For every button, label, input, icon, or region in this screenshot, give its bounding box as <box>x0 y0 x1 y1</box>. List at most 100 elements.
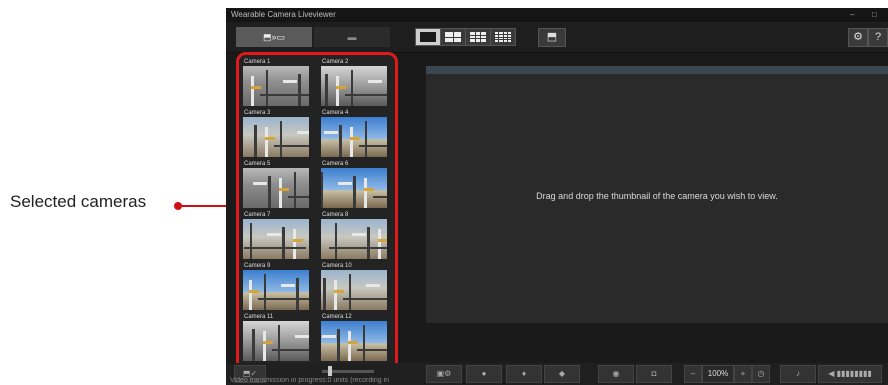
thumbnail-detail <box>263 341 273 344</box>
camera-thumbnail-item[interactable]: Camera 3 <box>243 110 315 157</box>
thumbnail-detail <box>334 290 344 293</box>
camera-label: Camera 5 <box>244 161 271 167</box>
camera-thumbnail-item[interactable]: Camera 4 <box>321 110 393 157</box>
tab-files[interactable]: ▬ <box>314 27 390 47</box>
camera-thumbnail[interactable] <box>321 168 387 208</box>
thumbnail-detail <box>321 172 323 208</box>
thumbnail-detail <box>350 137 360 140</box>
camera-thumbnail[interactable] <box>321 219 387 259</box>
camera-thumbnail-item[interactable]: Camera 2 <box>321 59 393 106</box>
camera-thumbnail-item[interactable]: Camera 10 <box>321 263 393 310</box>
thumbnail-detail <box>366 284 380 287</box>
help-icon: ? <box>874 31 882 43</box>
minimize-icon[interactable]: – <box>850 8 854 22</box>
thumbnail-detail <box>329 247 387 249</box>
camera-thumbnail[interactable] <box>321 117 387 157</box>
thumbnail-detail <box>352 233 366 236</box>
thumbnail-detail <box>282 227 285 259</box>
camera-thumbnail[interactable] <box>243 321 309 361</box>
callout-dot <box>174 202 182 210</box>
record-button[interactable]: ● <box>466 365 502 383</box>
viewer-header <box>426 66 888 74</box>
layout-3x3-button[interactable] <box>465 28 491 46</box>
layout-2x2-button[interactable] <box>440 28 466 46</box>
camera-label: Camera 12 <box>322 314 352 320</box>
thumbnail-detail <box>258 298 309 300</box>
maximize-icon[interactable]: □ <box>872 8 877 22</box>
zoom-out-button[interactable]: – <box>684 365 702 383</box>
camera-thumbnail-item[interactable]: Camera 6 <box>321 161 393 208</box>
thumbnail-detail <box>363 325 365 361</box>
thumbnail-detail <box>279 178 282 208</box>
camera-thumbnail-item[interactable]: Camera 8 <box>321 212 393 259</box>
thumbnail-detail <box>251 76 254 106</box>
volume-control[interactable]: ◀ ▮▮▮▮▮▮▮▮ <box>818 365 882 383</box>
camera-thumbnail-item[interactable]: Camera 9 <box>243 263 315 310</box>
thumbnail-detail <box>293 229 296 259</box>
gear-icon: ⚙ <box>853 31 863 43</box>
snapshot-button[interactable]: ◘ <box>636 365 672 383</box>
camera-label: Camera 10 <box>322 263 352 269</box>
thumbnail-detail <box>267 233 281 236</box>
camera-thumbnail-item[interactable]: Camera 5 <box>243 161 315 208</box>
camera-gear-icon: ▣⚙ <box>436 369 452 378</box>
thumbnail-detail <box>296 278 299 310</box>
thumbnail-detail <box>334 280 337 310</box>
thumbnail-detail <box>263 331 266 361</box>
tag-button[interactable]: ◆ <box>544 365 580 383</box>
thumbnail-detail <box>378 229 381 259</box>
speaker-icon: ◀ ▮▮▮▮▮▮▮▮ <box>828 369 872 378</box>
camera-thumbnail[interactable] <box>243 270 309 310</box>
camera-thumbnail-item[interactable]: Camera 1 <box>243 59 315 106</box>
camera-to-monitor-icon: ⬒»▭ <box>262 32 285 42</box>
thumbnail-detail <box>373 196 387 198</box>
thumbnail-detail <box>252 329 255 361</box>
settings-button[interactable]: ⚙ <box>848 28 868 47</box>
camera-label: Camera 8 <box>322 212 349 218</box>
thumbnail-detail <box>265 127 268 157</box>
camera-thumbnail[interactable] <box>243 219 309 259</box>
thumbnail-detail <box>322 335 336 338</box>
thumbnail-detail <box>324 131 338 134</box>
thumbnail-detail <box>353 176 356 208</box>
playback-icon: ◉ <box>612 369 620 378</box>
reset-zoom-button[interactable]: ◷ <box>752 365 770 383</box>
camera-thumbnail[interactable] <box>243 117 309 157</box>
thumbnail-detail <box>338 182 352 185</box>
help-button[interactable]: ? <box>868 28 888 47</box>
camera-label: Camera 6 <box>322 161 349 167</box>
record-settings-button[interactable]: ▣⚙ <box>426 365 462 383</box>
thumbnail-detail <box>278 325 280 361</box>
thumbnail-detail <box>359 145 387 147</box>
thumbnail-detail <box>268 176 271 208</box>
layout-1x1-button[interactable] <box>415 28 441 46</box>
tab-live-view[interactable]: ⬒»▭ <box>236 27 312 47</box>
camera-thumbnail[interactable] <box>243 66 309 106</box>
thumbnail-detail <box>250 223 252 259</box>
thumbnail-detail <box>337 329 340 361</box>
camera-thumbnail-item[interactable]: Camera 12 <box>321 314 393 361</box>
camera-thumbnail-item[interactable]: Camera 7 <box>243 212 315 259</box>
switch-display-button[interactable]: ⬒ <box>538 28 566 47</box>
thumbnail-detail <box>348 341 358 344</box>
thumbnail-detail <box>293 239 303 242</box>
slider-handle[interactable] <box>328 366 332 376</box>
thumbnail-detail <box>343 298 387 300</box>
camera-thumbnail[interactable] <box>321 321 387 361</box>
video-viewer[interactable]: Drag and drop the thumbnail of the camer… <box>426 66 888 323</box>
camera-thumbnail-item[interactable]: Camera 11 <box>243 314 315 361</box>
thumbnail-detail <box>336 76 339 106</box>
thumbnail-detail <box>254 125 257 157</box>
microphone-button[interactable]: ♪ <box>780 365 816 383</box>
viewer-placeholder-message: Drag and drop the thumbnail of the camer… <box>536 191 778 201</box>
zoom-in-button[interactable]: + <box>734 365 752 383</box>
marker-button[interactable]: ♦ <box>506 365 542 383</box>
camera-thumbnail[interactable] <box>321 66 387 106</box>
thumbnail-detail <box>265 137 275 140</box>
camera-label: Camera 4 <box>322 110 349 116</box>
playback-button[interactable]: ◉ <box>598 365 634 383</box>
thumbnail-detail <box>339 125 342 157</box>
camera-thumbnail[interactable] <box>321 270 387 310</box>
layout-4x4-button[interactable] <box>490 28 516 46</box>
camera-thumbnail[interactable] <box>243 168 309 208</box>
